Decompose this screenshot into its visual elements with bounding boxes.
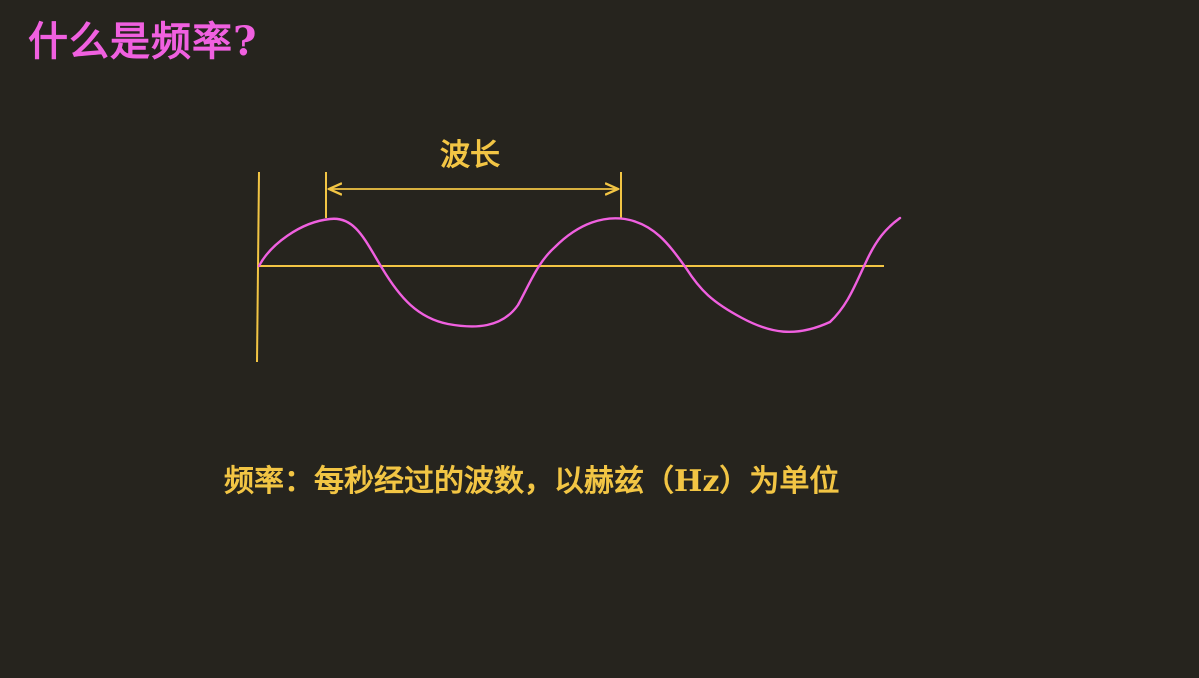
slide: 什么是频率? 波长 频率：每秒经过的波数，以赫兹（Hz）为单位 [0, 0, 1199, 678]
wave-diagram [256, 171, 902, 363]
wavelength-label: 波长 [440, 138, 500, 173]
sine-wave [257, 216, 902, 334]
frequency-definition: 频率：每秒经过的波数，以赫兹（Hz）为单位 [224, 464, 840, 499]
